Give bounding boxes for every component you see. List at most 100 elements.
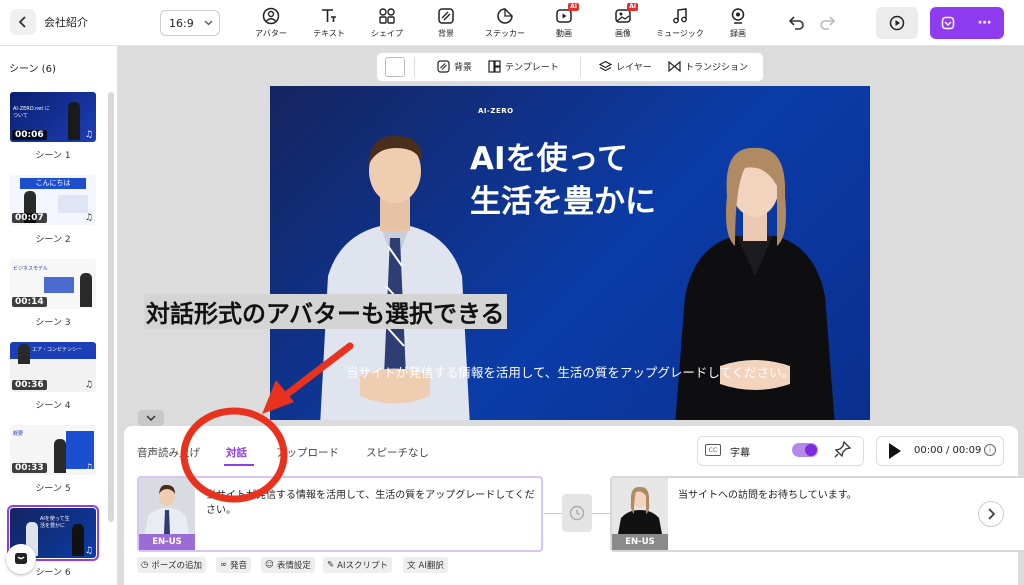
add-pause-button[interactable]: ◷ ポーズの追加 <box>137 557 206 573</box>
music-note-icon: ♫ <box>84 546 93 556</box>
scene-scrollbar[interactable] <box>108 92 114 522</box>
next-line-button[interactable] <box>978 501 1004 527</box>
undo-button[interactable] <box>788 13 806 35</box>
speaker-language-chip[interactable]: EN-US <box>139 534 195 550</box>
canvas-template-label: テンプレート <box>505 63 559 73</box>
canvas-transition-button[interactable]: トランジション <box>668 60 748 73</box>
music-note-icon: ♫ <box>84 297 93 307</box>
color-swatch[interactable] <box>385 57 405 77</box>
scene-thumb-text: AI-ZERO.net について <box>13 106 50 119</box>
scene-label-3: シーン 3 <box>35 318 71 328</box>
dialogue-line-2-text[interactable]: 当サイトへの訪問をお待ちしています。 <box>678 488 998 503</box>
expression-settings-label: 表情設定 <box>276 561 311 571</box>
scene-duration: 00:14 <box>12 297 47 307</box>
ai-badge: AI <box>568 3 579 11</box>
tab-no-speech[interactable]: スピーチなし <box>366 445 429 460</box>
collapse-panel-button[interactable] <box>138 410 164 426</box>
preview-button[interactable] <box>876 7 918 39</box>
canvas-transition-label: トランジション <box>685 63 749 73</box>
tool-video-label: 動画 <box>556 29 572 38</box>
chat-support-button[interactable] <box>6 544 36 574</box>
chevron-left-icon <box>18 16 26 28</box>
redo-button[interactable] <box>818 13 836 35</box>
tool-image[interactable]: AI 画像 <box>593 3 653 42</box>
tool-sticker[interactable]: ステッカー <box>475 6 535 42</box>
male-avatar-thumbnail <box>139 478 195 534</box>
tool-background-label: 背景 <box>438 29 454 38</box>
expression-settings-button[interactable]: ☺ 表情設定 <box>261 557 315 573</box>
play-icon[interactable] <box>889 443 901 459</box>
music-note-icon: ♫ <box>84 213 93 223</box>
stage-logo: AI-ZERO <box>478 107 514 115</box>
pin-icon[interactable] <box>834 440 852 462</box>
scene-thumb-text: 概要 <box>13 431 24 437</box>
tool-shape[interactable]: シェイプ <box>357 6 417 42</box>
tool-background[interactable]: 背景 <box>416 6 476 42</box>
tool-music-label: ミュージック <box>656 29 704 38</box>
export-icon <box>942 16 955 30</box>
more-icon[interactable]: ⋯ <box>978 15 993 31</box>
speaker-2-avatar[interactable]: EN-US <box>612 478 668 550</box>
female-avatar-thumbnail <box>612 478 668 534</box>
music-note-icon: ♫ <box>84 463 93 473</box>
subtitle-toggle-knob[interactable] <box>805 444 817 456</box>
tab-text-to-speech[interactable]: 音声読み上げ <box>137 445 200 460</box>
music-icon <box>673 8 687 24</box>
scene-thumbnail-5[interactable]: 概要 00:33 ♫ <box>10 425 96 475</box>
clock-icon <box>569 505 585 521</box>
tool-shape-label: シェイプ <box>371 29 403 38</box>
tool-avatar[interactable]: アバター <box>241 6 301 42</box>
canvas-layer-label: レイヤー <box>616 63 652 73</box>
scene-thumbnail-4[interactable]: エア・コンピテンシー 00:36 ♫ <box>10 342 96 392</box>
speaker-1-avatar[interactable]: EN-US <box>139 478 195 550</box>
text-icon <box>322 9 336 22</box>
project-title: 会社紹介 <box>44 16 88 29</box>
transition-icon <box>668 60 681 73</box>
scene-thumbnail-3[interactable]: ビジネスモデル 00:14 ♫ <box>10 259 96 309</box>
tab-upload[interactable]: アップロード <box>276 445 339 460</box>
scene-thumbnail-1[interactable]: AI-ZERO.net について 00:06 ♫ <box>10 92 96 142</box>
back-button[interactable] <box>10 9 36 35</box>
scene-duration: 00:36 <box>12 380 47 390</box>
ai-translate-button[interactable]: 文 AI翻訳 <box>403 557 448 573</box>
pause-node[interactable] <box>562 494 592 532</box>
play-circle-icon <box>889 15 905 31</box>
canvas-layer-button[interactable]: レイヤー <box>599 60 652 73</box>
tool-record[interactable]: 録画 <box>708 6 768 42</box>
ai-badge: AI <box>627 3 638 11</box>
stage-subtitle-caption: 当サイトが発信する情報を活用して、生活の質をアップグレードしてください。 <box>345 365 795 380</box>
canvas-background-button[interactable]: 背景 <box>437 60 472 73</box>
aspect-ratio-select[interactable]: 16:9 <box>160 10 220 36</box>
info-icon[interactable]: i <box>984 444 996 456</box>
tool-text[interactable]: テキスト <box>299 6 359 42</box>
aspect-ratio-value: 16:9 <box>169 16 194 30</box>
tool-video[interactable]: AI 動画 <box>534 3 594 42</box>
scene-duration: 00:06 <box>12 130 47 140</box>
speaker-language-chip[interactable]: EN-US <box>612 534 668 550</box>
annotation-callout: 対話形式のアバターも選択できる <box>144 294 507 329</box>
scene-label-2: シーン 2 <box>35 235 71 245</box>
dialogue-line-1-text[interactable]: 当サイトが発信する情報を活用して、生活の質をアップグレードしてください。 <box>206 488 536 518</box>
shape-icon <box>379 8 395 24</box>
tool-text-label: テキスト <box>313 29 345 38</box>
pronunciation-button[interactable]: ∞ 発音 <box>216 557 252 573</box>
ai-script-button[interactable]: ✎ AIスクリプト <box>323 557 392 573</box>
active-tab-indicator <box>224 464 254 466</box>
canvas-template-button[interactable]: テンプレート <box>488 60 559 73</box>
scene-count-heading: シーン (6) <box>9 64 56 75</box>
ai-translate-label: AI翻訳 <box>418 561 444 571</box>
export-button[interactable]: ⋯ <box>930 7 1004 39</box>
clock-icon: ◷ <box>141 560 149 570</box>
tool-sticker-label: ステッカー <box>485 29 525 38</box>
stage-heading-line-1[interactable]: AIを使って <box>470 133 628 178</box>
closed-caption-icon: CC <box>705 444 721 456</box>
subtitle-label: 字幕 <box>730 448 750 459</box>
tab-dialogue[interactable]: 対話 <box>226 445 247 460</box>
tool-music[interactable]: ミュージック <box>650 6 710 42</box>
chevron-down-icon <box>146 415 156 421</box>
chevron-down-icon <box>204 20 213 26</box>
scene-thumbnail-2[interactable]: こんにちは 00:07 ♫ <box>10 175 96 225</box>
stage-heading-line-2[interactable]: 生活を豊かに <box>470 176 656 221</box>
scene-thumb-text: AIを使って生活を豊かに <box>40 516 70 529</box>
tool-avatar-label: アバター <box>255 29 287 38</box>
